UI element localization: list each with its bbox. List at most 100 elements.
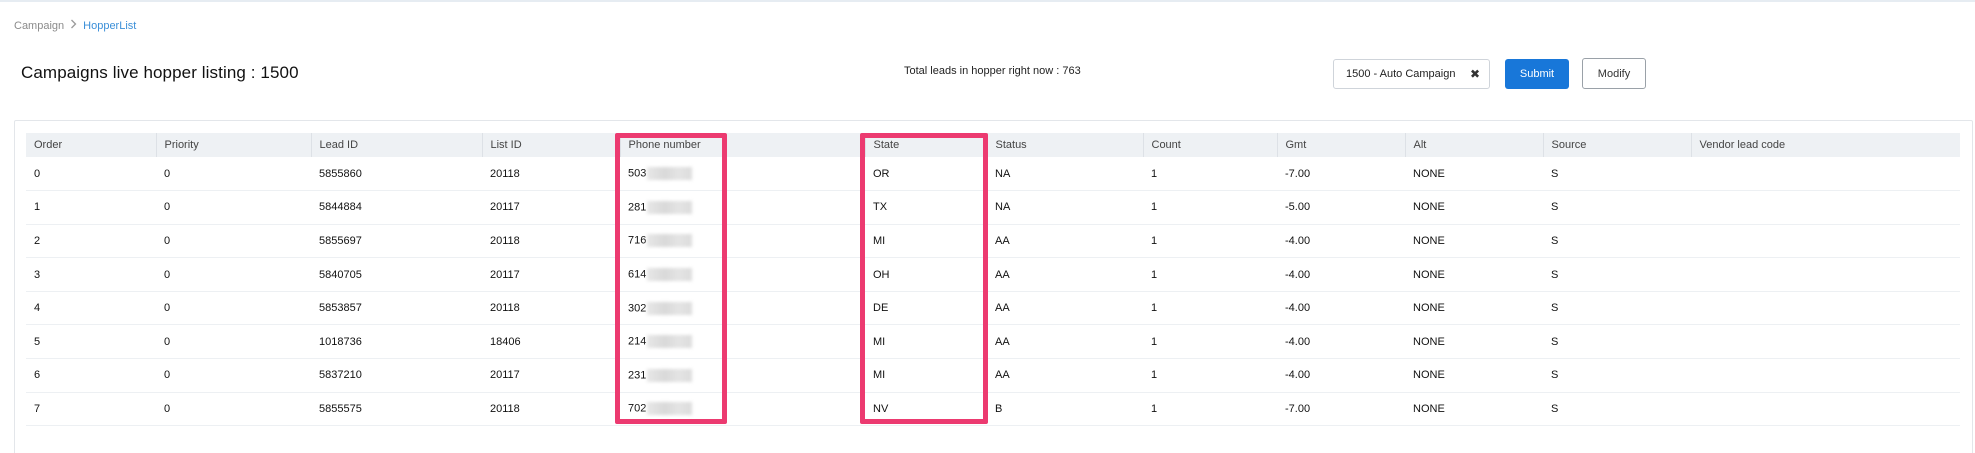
cell-order: 5 — [26, 324, 156, 360]
cell-source: S — [1543, 324, 1691, 360]
table-row[interactable]: 2 0 5855697 20118 716 MI AA 1 -4.00 NONE S — [26, 224, 1960, 259]
cell-status: B — [987, 392, 1143, 427]
cell-lead-id: 5855697 — [311, 224, 482, 259]
total-leads-text: Total leads in hopper right now : 763 — [904, 65, 1081, 77]
cell-vendor — [1691, 190, 1960, 225]
phone-number-prefix: 702 — [628, 402, 647, 415]
cell-status: AA — [987, 324, 1143, 360]
cell-phone: 214 — [620, 324, 865, 360]
column-header-order[interactable]: Order — [26, 133, 157, 157]
cell-status: AA — [987, 358, 1143, 393]
cell-phone: 231 — [620, 358, 865, 393]
cell-alt: NONE — [1405, 257, 1543, 292]
cell-status: NA — [987, 157, 1143, 192]
cell-order: 6 — [26, 358, 156, 393]
phone-number-prefix: 231 — [628, 369, 647, 382]
table-header-row: Order Priority Lead ID List ID Phone num… — [26, 133, 1960, 157]
phone-number-prefix: 281 — [628, 201, 647, 214]
table-row[interactable]: 3 0 5840705 20117 614 OH AA 1 -4.00 NONE S — [26, 257, 1960, 292]
cell-source: S — [1543, 291, 1691, 326]
cell-alt: NONE — [1405, 358, 1543, 393]
redacted-phone-digits — [647, 368, 693, 382]
cell-source: S — [1543, 392, 1691, 427]
column-header-status[interactable]: Status — [987, 133, 1144, 157]
cell-order: 4 — [26, 291, 156, 326]
phone-number-prefix: 716 — [628, 234, 647, 247]
modify-button[interactable]: Modify — [1582, 58, 1646, 89]
cell-alt: NONE — [1405, 324, 1543, 360]
phone-number-prefix: 302 — [628, 302, 647, 315]
cell-vendor — [1691, 257, 1960, 292]
table-row[interactable]: 5 0 1018736 18406 214 MI AA 1 -4.00 NONE S — [26, 324, 1960, 360]
column-header-state[interactable]: State — [865, 133, 988, 157]
table-row[interactable]: 1 0 5844884 20117 281 TX NA 1 -5.00 NONE S — [26, 190, 1960, 225]
redacted-phone-digits — [647, 268, 693, 282]
cell-alt: NONE — [1405, 157, 1543, 192]
phone-number-prefix: 214 — [628, 335, 647, 348]
cell-count: 1 — [1143, 157, 1277, 192]
redacted-phone-digits — [647, 301, 693, 315]
breadcrumb-campaign-link[interactable]: Campaign — [14, 20, 64, 32]
redacted-phone-digits — [647, 234, 693, 248]
table-row[interactable]: 0 0 5855860 20118 503 OR NA 1 -7.00 NONE S — [26, 157, 1960, 192]
cell-vendor — [1691, 157, 1960, 192]
column-header-source[interactable]: Source — [1543, 133, 1692, 157]
table-row[interactable]: 6 0 5837210 20117 231 MI AA 1 -4.00 NONE S — [26, 358, 1960, 393]
cell-vendor — [1691, 291, 1960, 326]
cell-vendor — [1691, 358, 1960, 393]
cell-count: 1 — [1143, 224, 1277, 259]
cell-source: S — [1543, 190, 1691, 225]
redacted-phone-digits — [647, 335, 693, 349]
cell-state: MI — [865, 324, 987, 360]
cell-status: AA — [987, 224, 1143, 259]
submit-button[interactable]: Submit — [1505, 59, 1569, 89]
cell-list-id: 20117 — [482, 358, 620, 393]
cell-state: MI — [865, 358, 987, 393]
cell-vendor — [1691, 224, 1960, 259]
redacted-phone-digits — [647, 200, 693, 214]
cell-gmt: -4.00 — [1277, 291, 1405, 326]
column-header-phone-number[interactable]: Phone number — [620, 133, 866, 157]
cell-vendor — [1691, 324, 1960, 360]
cell-count: 1 — [1143, 392, 1277, 427]
phone-number-prefix: 503 — [628, 167, 647, 180]
cell-phone: 702 — [620, 392, 865, 427]
cell-lead-id: 5844884 — [311, 190, 482, 225]
cell-state: MI — [865, 224, 987, 259]
cell-gmt: -4.00 — [1277, 224, 1405, 259]
cell-priority: 0 — [156, 190, 311, 225]
cell-source: S — [1543, 257, 1691, 292]
cell-gmt: -5.00 — [1277, 190, 1405, 225]
table-row[interactable]: 4 0 5853857 20118 302 DE AA 1 -4.00 NONE S — [26, 291, 1960, 326]
cell-state: DE — [865, 291, 987, 326]
column-header-alt[interactable]: Alt — [1405, 133, 1544, 157]
cell-lead-id: 1018736 — [311, 324, 482, 360]
redacted-phone-digits — [647, 167, 693, 181]
column-header-list-id[interactable]: List ID — [482, 133, 621, 157]
cell-order: 7 — [26, 392, 156, 427]
cell-gmt: -7.00 — [1277, 392, 1405, 427]
column-header-count[interactable]: Count — [1143, 133, 1278, 157]
cell-lead-id: 5855575 — [311, 392, 482, 427]
phone-number-prefix: 614 — [628, 268, 647, 281]
column-header-lead-id[interactable]: Lead ID — [311, 133, 483, 157]
cell-state: OR — [865, 157, 987, 192]
cell-source: S — [1543, 358, 1691, 393]
cell-count: 1 — [1143, 190, 1277, 225]
column-header-priority[interactable]: Priority — [156, 133, 312, 157]
chevron-right-icon — [70, 19, 77, 32]
breadcrumb-current[interactable]: HopperList — [83, 20, 136, 32]
cell-count: 1 — [1143, 324, 1277, 360]
cell-order: 2 — [26, 224, 156, 259]
cell-gmt: -4.00 — [1277, 324, 1405, 360]
table-row[interactable]: 7 0 5855575 20118 702 NV B 1 -7.00 NONE S — [26, 392, 1960, 427]
campaign-select[interactable]: 1500 - Auto Campaign ✖ — [1333, 59, 1490, 89]
cell-count: 1 — [1143, 291, 1277, 326]
column-header-gmt[interactable]: Gmt — [1277, 133, 1406, 157]
cell-vendor — [1691, 392, 1960, 427]
close-icon[interactable]: ✖ — [1470, 67, 1480, 81]
cell-list-id: 18406 — [482, 324, 620, 360]
column-header-vendor-lead-code[interactable]: Vendor lead code — [1691, 133, 1960, 157]
cell-order: 0 — [26, 157, 156, 192]
cell-status: NA — [987, 190, 1143, 225]
